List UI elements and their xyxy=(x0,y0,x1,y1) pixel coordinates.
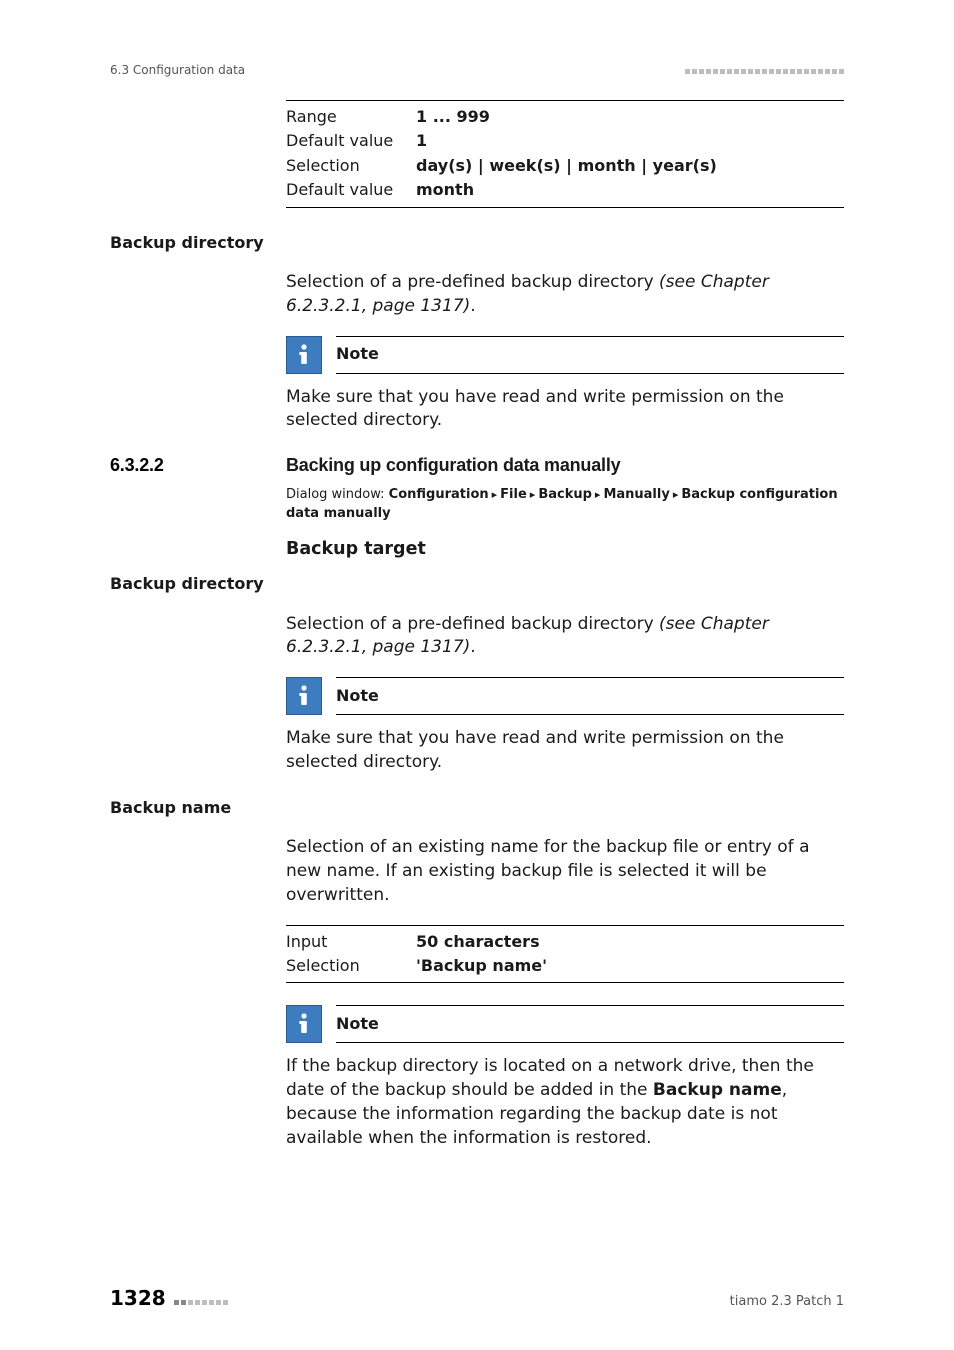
info-icon xyxy=(286,1005,322,1043)
spec-key: Default value xyxy=(286,130,416,152)
spec-key: Range xyxy=(286,106,416,128)
chevron-right-icon: ▸ xyxy=(492,487,498,502)
running-head-left: 6.3 Configuration data xyxy=(110,62,245,79)
field-label-backup-directory: Backup directory xyxy=(110,230,280,254)
footer-right: tiamo 2.3 Patch 1 xyxy=(730,1293,844,1311)
text-fragment: Selection of a pre-defined backup direct… xyxy=(286,614,659,634)
spec-key: Selection xyxy=(286,155,416,177)
note-title: Note xyxy=(336,343,379,365)
table-row: Input 50 characters xyxy=(286,930,844,954)
table-row: Default value 1 xyxy=(286,129,844,153)
text-fragment: . xyxy=(470,637,475,657)
note-box: Note xyxy=(286,336,844,374)
table-row: Selection 'Backup name' xyxy=(286,954,844,978)
spec-value: 'Backup name' xyxy=(416,955,844,977)
spec-value: 1 xyxy=(416,130,844,152)
breadcrumb: Configuration xyxy=(389,487,489,502)
footer-ornament xyxy=(172,1284,228,1312)
spec-key: Input xyxy=(286,931,416,953)
table-row: Default value month xyxy=(286,178,844,202)
section-number: 6.3.2.2 xyxy=(110,453,280,478)
spec-key: Default value xyxy=(286,179,416,201)
chevron-right-icon: ▸ xyxy=(530,487,536,502)
table-row: Selection day(s) | week(s) | month | yea… xyxy=(286,154,844,178)
field-label-backup-directory: Backup directory xyxy=(110,571,280,595)
spec-table-backup-name: Input 50 characters Selection 'Backup na… xyxy=(286,925,844,984)
section-title: Backing up configuration data manually xyxy=(286,453,844,478)
backup-directory-desc-2: Selection of a pre-defined backup direct… xyxy=(286,613,844,661)
spec-value: month xyxy=(416,179,844,201)
page-number-value: 1328 xyxy=(110,1284,166,1312)
spec-table-top: Range 1 ... 999 Default value 1 Selectio… xyxy=(286,100,844,208)
page-number: 1328 xyxy=(110,1284,228,1312)
note-body: Make sure that you have read and write p… xyxy=(286,386,844,434)
text-fragment: . xyxy=(470,296,475,316)
note-title: Note xyxy=(336,685,379,707)
spec-value: day(s) | week(s) | month | year(s) xyxy=(416,155,844,177)
info-icon xyxy=(286,336,322,374)
spec-key: Selection xyxy=(286,955,416,977)
text-fragment: Selection of a pre-defined backup direct… xyxy=(286,272,659,292)
note-body: If the backup directory is located on a … xyxy=(286,1055,844,1150)
field-label-backup-name: Backup name xyxy=(110,795,280,819)
breadcrumb: Backup xyxy=(538,487,592,502)
breadcrumb: File xyxy=(500,487,527,502)
note-box: Note xyxy=(286,1005,844,1043)
dialog-path: Dialog window: Configuration▸File▸Backup… xyxy=(286,486,844,522)
backup-name-desc: Selection of an existing name for the ba… xyxy=(286,836,844,907)
info-icon xyxy=(286,677,322,715)
chevron-right-icon: ▸ xyxy=(595,487,601,502)
text-fragment: Dialog window: xyxy=(286,487,389,502)
running-head-ornament xyxy=(683,62,844,79)
table-row: Range 1 ... 999 xyxy=(286,105,844,129)
spec-value: 50 characters xyxy=(416,931,844,953)
chevron-right-icon: ▸ xyxy=(673,487,679,502)
note-body: Make sure that you have read and write p… xyxy=(286,727,844,775)
note-title: Note xyxy=(336,1013,379,1035)
backup-directory-desc-1: Selection of a pre-defined backup direct… xyxy=(286,271,844,319)
spec-value: 1 ... 999 xyxy=(416,106,844,128)
text-emphasis: Backup name xyxy=(653,1080,782,1100)
note-box: Note xyxy=(286,677,844,715)
breadcrumb: Manually xyxy=(603,487,669,502)
subheading-backup-target: Backup target xyxy=(286,537,844,562)
